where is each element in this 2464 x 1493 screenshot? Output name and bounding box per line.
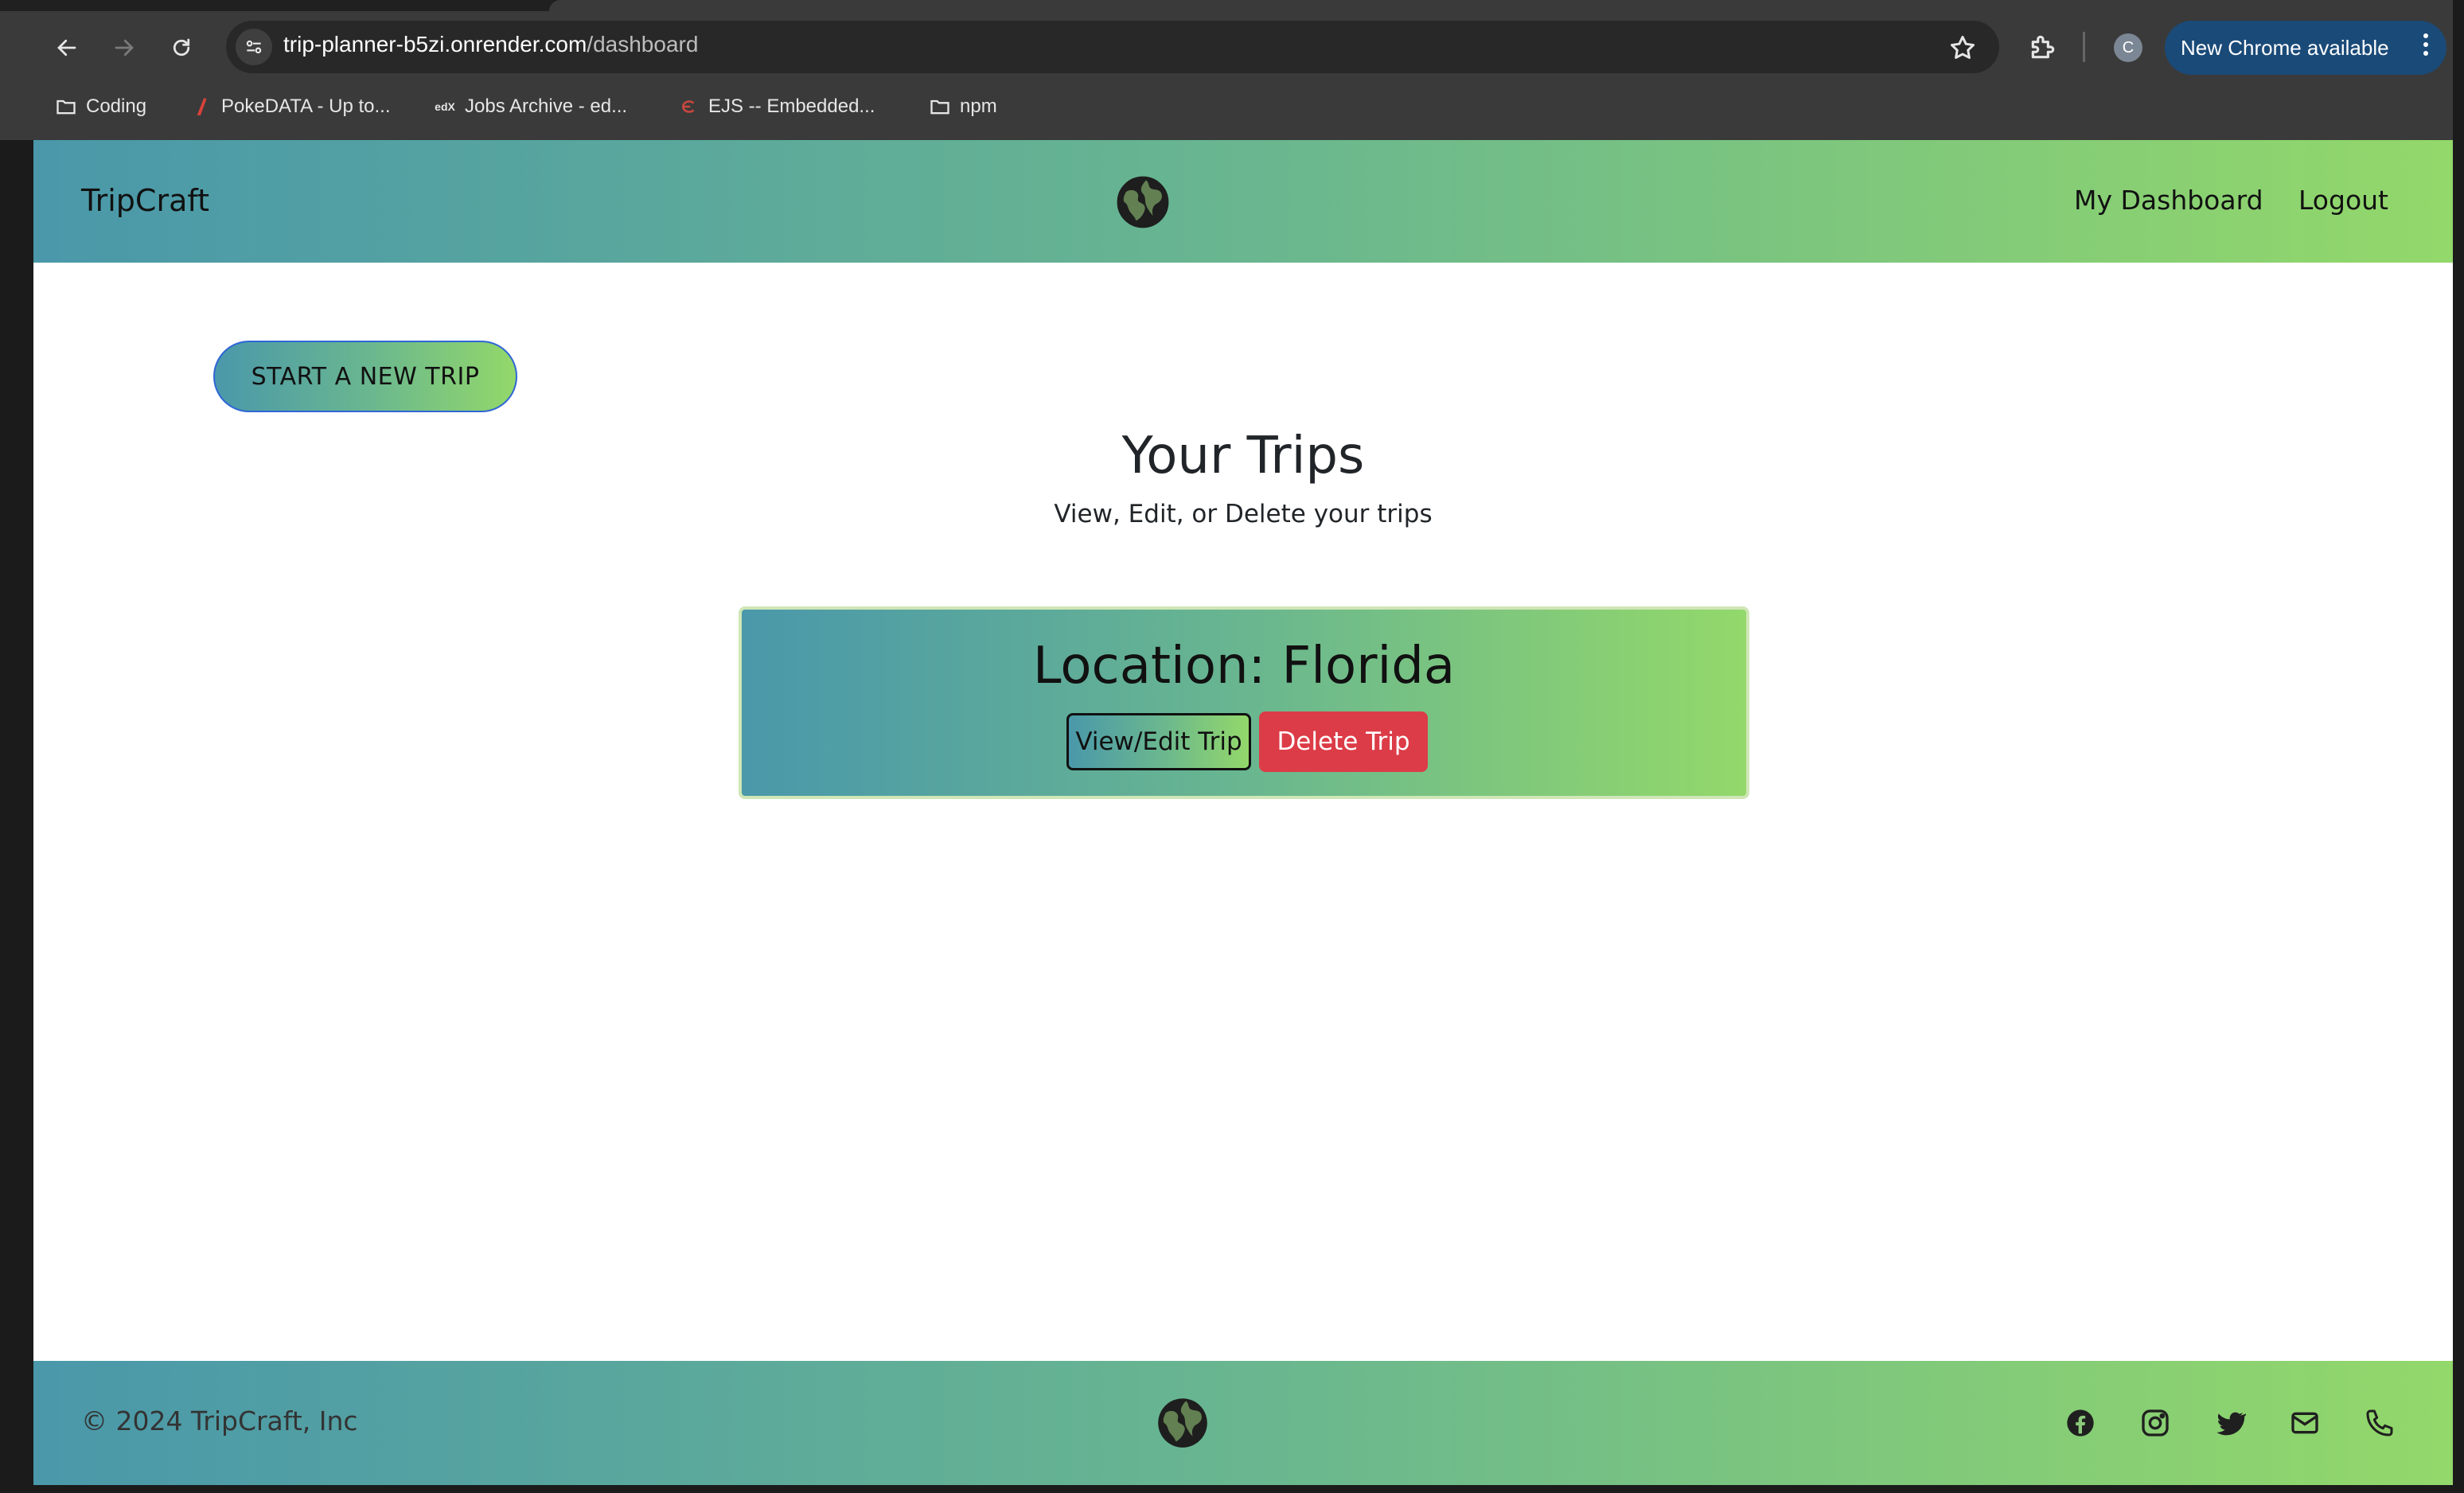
site-info-icon[interactable] xyxy=(236,29,272,65)
toolbar-divider xyxy=(2083,32,2085,62)
start-new-trip-button[interactable]: START A NEW TRIP xyxy=(213,341,517,412)
trip-location: Location: Florida xyxy=(1032,637,1456,696)
web-page: TripCraft My Dashboard Logout START A NE… xyxy=(33,140,2453,1485)
new-chrome-available-button[interactable]: New Chrome available xyxy=(2165,21,2446,75)
phone-icon[interactable] xyxy=(2364,1407,2396,1439)
extensions-icon[interactable] xyxy=(2028,32,2058,62)
reload-icon[interactable] xyxy=(159,25,204,70)
instagram-icon[interactable] xyxy=(2139,1407,2171,1439)
bookmarks-bar: Coding PokeDATA - Up to... edX Jobs Arch… xyxy=(0,86,2464,127)
page-title: Your Trips xyxy=(1121,427,1365,485)
tab-strip xyxy=(0,0,2464,11)
bookmark-label: Jobs Archive - ed... xyxy=(465,96,628,117)
address-bar[interactable]: trip-planner-b5zi.onrender.com/dashboard xyxy=(226,21,1999,73)
url-path: /dashboard xyxy=(587,32,699,57)
bookmark-jobs-archive[interactable]: edX Jobs Archive - ed... xyxy=(433,92,627,121)
bookmark-label: EJS -- Embedded... xyxy=(708,96,875,117)
bookmark-label: PokeDATA - Up to... xyxy=(221,96,391,117)
site-footer: © 2024 TripCraft, Inc xyxy=(33,1361,2453,1485)
bookmark-pokedata[interactable]: PokeDATA - Up to... xyxy=(189,92,391,121)
ejs-icon xyxy=(676,95,700,119)
twitter-icon[interactable] xyxy=(2214,1407,2248,1439)
nav-logout[interactable]: Logout xyxy=(2298,185,2388,216)
bookmark-label: npm xyxy=(960,96,997,117)
page-subtitle: View, Edit, or Delete your trips xyxy=(1054,500,1433,528)
bookmark-label: Coding xyxy=(86,96,147,117)
update-label: New Chrome available xyxy=(2181,35,2389,60)
trip-card: Location: Florida View/Edit Trip Delete … xyxy=(739,606,1749,799)
brand-link[interactable]: TripCraft xyxy=(81,183,209,218)
folder-icon xyxy=(928,95,952,119)
background-window-edge xyxy=(0,140,33,1493)
view-edit-trip-button[interactable]: View/Edit Trip xyxy=(1066,713,1251,770)
folder-icon xyxy=(54,95,78,119)
bookmark-ejs[interactable]: EJS -- Embedded... xyxy=(676,92,875,121)
pokedata-icon xyxy=(189,95,213,119)
bookmark-star-icon[interactable] xyxy=(1948,33,1977,62)
nav-my-dashboard[interactable]: My Dashboard xyxy=(2074,185,2263,216)
email-icon[interactable] xyxy=(2289,1407,2321,1439)
forward-icon[interactable] xyxy=(102,25,146,70)
profile-avatar[interactable]: C xyxy=(2114,33,2142,62)
facebook-icon[interactable] xyxy=(2064,1407,2096,1439)
edx-icon: edX xyxy=(435,100,455,113)
copyright-text: © 2024 TripCraft, Inc xyxy=(81,1405,358,1436)
url-host: trip-planner-b5zi.onrender.com xyxy=(283,32,587,57)
globe-icon xyxy=(1116,175,1170,229)
back-icon[interactable] xyxy=(45,25,89,70)
bookmark-coding[interactable]: Coding xyxy=(54,92,146,121)
browser-chrome: trip-planner-b5zi.onrender.com/dashboard… xyxy=(0,0,2464,140)
delete-trip-button[interactable]: Delete Trip xyxy=(1259,711,1428,772)
more-menu-icon[interactable] xyxy=(2423,33,2429,62)
background-window-edge-right xyxy=(2453,0,2464,1493)
site-header: TripCraft My Dashboard Logout xyxy=(33,140,2453,263)
url-text: trip-planner-b5zi.onrender.com/dashboard xyxy=(283,32,698,57)
active-tab[interactable] xyxy=(549,0,2464,11)
bookmark-npm[interactable]: npm xyxy=(928,92,997,121)
globe-icon xyxy=(1156,1396,1210,1450)
